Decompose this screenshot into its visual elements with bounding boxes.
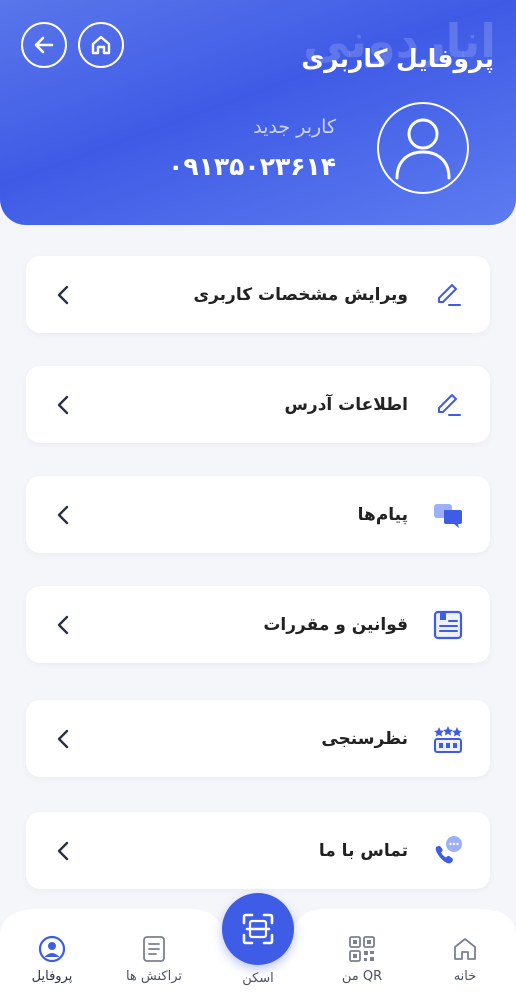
chevron-left-icon [57, 841, 69, 860]
menu-item-label: نظرسنجی [321, 728, 408, 749]
back-button[interactable] [21, 22, 67, 68]
chevron-left-icon [57, 729, 69, 748]
bottom-navigation: پروفایل تراکنش ها اسکن QR من خانه [0, 893, 516, 1000]
nav-home[interactable]: خانه [425, 935, 505, 984]
chat-bubbles-icon [434, 503, 462, 528]
menu-item-survey[interactable]: نظرسنجی [26, 700, 490, 777]
phone-call-icon [435, 835, 462, 863]
chevron-left-icon [57, 615, 69, 634]
avatar[interactable] [377, 102, 469, 194]
qr-code-icon [349, 936, 375, 962]
nav-transactions-label: تراکنش ها [125, 969, 183, 984]
nav-transactions[interactable]: تراکنش ها [114, 935, 194, 984]
home-icon [91, 35, 111, 55]
user-icon [395, 118, 451, 180]
rules-document-icon [433, 610, 463, 639]
page-title: پروفایل کاربری [301, 44, 494, 73]
nav-profile[interactable]: پروفایل [12, 935, 92, 984]
profile-icon [38, 935, 66, 963]
menu-item-messages[interactable]: پیام‌ها [26, 476, 490, 553]
menu-item-label: اطلاعات آدرس [284, 394, 408, 415]
user-phone: ۰۹۱۳۵۰۲۳۶۱۴ [168, 152, 336, 181]
menu-item-rules[interactable]: قوانین و مقررات [26, 586, 490, 663]
menu-item-address[interactable]: اطلاعات آدرس [26, 366, 490, 443]
pencil-icon [438, 283, 461, 306]
home-icon [454, 938, 476, 960]
chevron-left-icon [57, 285, 69, 304]
pencil-icon [438, 393, 461, 416]
menu-item-label: تماس با ما [318, 840, 408, 861]
rating-stars-icon [434, 725, 462, 753]
nav-my-qr[interactable]: QR من [322, 935, 402, 984]
nav-scan-label: اسکن [242, 971, 274, 986]
arrow-left-icon [34, 36, 54, 54]
nav-profile-label: پروفایل [31, 969, 73, 984]
chevron-left-icon [57, 395, 69, 414]
scan-icon [242, 913, 274, 945]
transactions-list-icon [143, 936, 165, 962]
menu-item-edit-profile[interactable]: ویرایش مشخصات کاربری [26, 256, 490, 333]
menu-item-label: پیام‌ها [357, 504, 408, 525]
nav-home-label: خانه [453, 969, 477, 984]
menu-item-contact-us[interactable]: تماس با ما [26, 812, 490, 889]
home-button[interactable] [78, 22, 124, 68]
menu-item-label: ویرایش مشخصات کاربری [193, 284, 409, 305]
chevron-left-icon [57, 505, 69, 524]
nav-my-qr-label: QR من [341, 969, 383, 984]
scan-button[interactable] [222, 893, 294, 965]
user-name: کاربر جدید [253, 116, 336, 138]
menu-item-label: قوانین و مقررات [263, 614, 408, 635]
profile-header: اناردونی پروفایل کاربری کاربر جدید ۰۹۱۳۵… [0, 0, 516, 225]
